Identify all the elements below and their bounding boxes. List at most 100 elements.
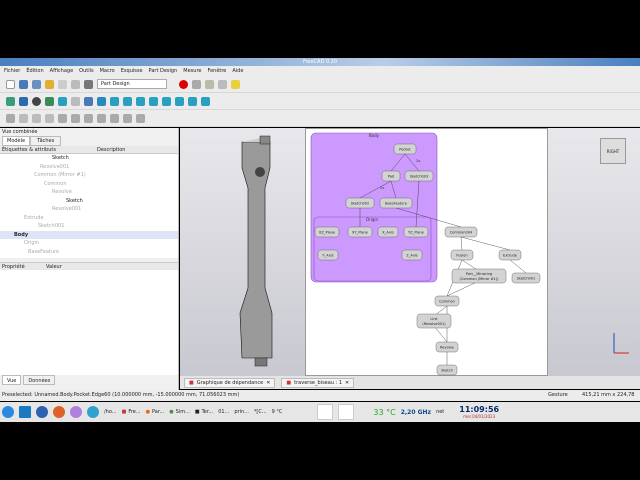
task-editor[interactable]: *[C... <box>254 409 267 415</box>
tab-vue[interactable]: Vue <box>2 375 22 385</box>
menu-part-design[interactable]: Part Design <box>149 66 178 76</box>
freecad-icon: ■ <box>189 379 194 386</box>
task-firefox[interactable]: ● Par... <box>146 409 165 415</box>
clock[interactable]: 11:09:56 mer.04/01/2023 <box>459 405 499 419</box>
open-icon[interactable] <box>19 79 28 89</box>
datum-point-icon[interactable] <box>45 113 54 123</box>
groove-icon[interactable] <box>110 113 119 123</box>
revolve-icon[interactable] <box>97 113 106 123</box>
fit-selection-icon[interactable] <box>19 96 28 106</box>
tree-item[interactable]: Common <box>0 180 178 189</box>
task-home[interactable]: /ho... <box>104 409 117 415</box>
tree-item[interactable]: Body <box>0 230 178 239</box>
tab-traverse-biseau[interactable]: ■ traverse_biseau : 1 ✕ <box>281 377 355 388</box>
addon-icon[interactable] <box>231 79 240 89</box>
column-labels[interactable]: Étiquettes & attributs <box>0 146 97 153</box>
menu-edition[interactable]: Édition <box>26 66 43 76</box>
workspace-1[interactable] <box>317 404 334 420</box>
menu-esquisse[interactable]: Esquisse <box>121 66 143 76</box>
attach-sketch-icon[interactable] <box>32 113 41 123</box>
desktop-icon[interactable] <box>19 406 31 418</box>
tab-taches[interactable]: Tâches <box>30 136 62 146</box>
close-icon[interactable]: ✕ <box>266 380 270 386</box>
column-description[interactable]: Description <box>97 146 125 153</box>
tree-item[interactable]: Extrude <box>0 214 178 223</box>
workbench-views-icon[interactable] <box>84 96 93 106</box>
task-print[interactable]: prin... <box>234 409 249 415</box>
task-freecad[interactable]: ■ Fre... <box>122 409 141 415</box>
fillet-icon[interactable] <box>123 113 132 123</box>
create-body-icon[interactable] <box>6 113 15 123</box>
menu-fichier[interactable]: Fichier <box>4 66 20 76</box>
tab-label: Graphique de dépendance <box>196 379 264 386</box>
back-icon[interactable] <box>58 96 67 106</box>
measure-icon[interactable] <box>201 96 210 106</box>
navigation-style[interactable]: Gesture <box>548 390 568 401</box>
menu-outils[interactable]: Outils <box>79 66 93 76</box>
property-panel <box>0 270 178 375</box>
app-icon[interactable] <box>70 406 82 418</box>
new-icon[interactable] <box>6 79 15 89</box>
draw-style-icon[interactable] <box>32 96 41 106</box>
undo-icon[interactable] <box>45 79 54 89</box>
firefox-icon[interactable] <box>53 406 65 418</box>
close-icon[interactable]: ✕ <box>345 380 349 386</box>
dependency-graph[interactable]: Body Origin Pocket Pad Sketch003 Sketch002 Bas… <box>305 128 548 376</box>
tree-item[interactable]: BaseFeature <box>0 248 178 257</box>
weather[interactable]: 9 °C <box>272 409 283 415</box>
tree-item[interactable]: Common (Mirror #1) <box>0 171 178 180</box>
task-terminal[interactable]: ■ Ter... <box>195 409 213 415</box>
refresh-icon[interactable] <box>71 79 80 89</box>
graph-edge <box>509 259 527 274</box>
column-property[interactable]: Propriété <box>0 263 46 270</box>
chamfer-icon[interactable] <box>136 113 145 123</box>
edit-macro-icon[interactable] <box>205 79 214 89</box>
menu-fenetre[interactable]: Fenêtre <box>207 66 226 76</box>
zoom-icon[interactable] <box>97 96 106 106</box>
tab-donnees[interactable]: Données <box>23 375 56 385</box>
tree-item[interactable]: Origin <box>0 239 178 248</box>
fit-all-icon[interactable] <box>6 96 15 106</box>
top-view-icon[interactable] <box>136 96 145 106</box>
menu-aide[interactable]: Aide <box>232 66 243 76</box>
menu-mesure[interactable]: Mesure <box>183 66 201 76</box>
tree-item-label: Common <box>44 180 67 187</box>
stop-macro-icon[interactable] <box>192 79 201 89</box>
record-macro-icon[interactable] <box>179 79 188 89</box>
front-view-icon[interactable] <box>123 96 132 106</box>
right-view-icon[interactable] <box>149 96 158 106</box>
tree-item[interactable]: Revolve <box>0 188 178 197</box>
launcher-icon[interactable] <box>2 406 14 418</box>
forward-icon[interactable] <box>71 96 80 106</box>
tab-modele[interactable]: Modèle <box>2 136 31 146</box>
left-view-icon[interactable] <box>188 96 197 106</box>
create-sketch-icon[interactable] <box>19 113 28 123</box>
app2-icon[interactable] <box>87 406 99 418</box>
redo-icon[interactable] <box>58 79 67 89</box>
column-value[interactable]: Valeur <box>46 263 62 270</box>
task-sim[interactable]: ● Sim... <box>169 409 190 415</box>
isometric-icon[interactable] <box>110 96 119 106</box>
tree-item[interactable]: Sketch <box>0 197 178 206</box>
save-icon[interactable] <box>32 79 41 89</box>
pad-icon[interactable] <box>71 113 80 123</box>
datum-line-icon[interactable] <box>58 113 67 123</box>
tree-item[interactable]: Revolve001 <box>0 205 178 214</box>
menu-macro[interactable]: Macro <box>100 66 115 76</box>
pocket-icon[interactable] <box>84 113 93 123</box>
tree-item[interactable]: Sketch <box>0 154 178 163</box>
tab-dependency-graph[interactable]: ■ Graphique de dépendance ✕ <box>184 377 276 388</box>
menu-affichage[interactable]: Affichage <box>50 66 74 76</box>
rear-view-icon[interactable] <box>162 96 171 106</box>
browser-icon[interactable] <box>36 406 48 418</box>
whats-this-icon[interactable] <box>84 79 93 89</box>
tree-item[interactable]: Revolve001 <box>0 163 178 172</box>
run-macro-icon[interactable] <box>218 79 227 89</box>
workspace-2[interactable] <box>338 404 355 420</box>
task-video[interactable]: 01... <box>218 409 229 415</box>
navigation-cube[interactable]: RIGHT <box>600 138 626 164</box>
workbench-select[interactable]: Part Design <box>97 79 167 89</box>
tree-item[interactable]: Sketch001 <box>0 222 178 231</box>
stereo-icon[interactable] <box>45 96 54 106</box>
bottom-view-icon[interactable] <box>175 96 184 106</box>
